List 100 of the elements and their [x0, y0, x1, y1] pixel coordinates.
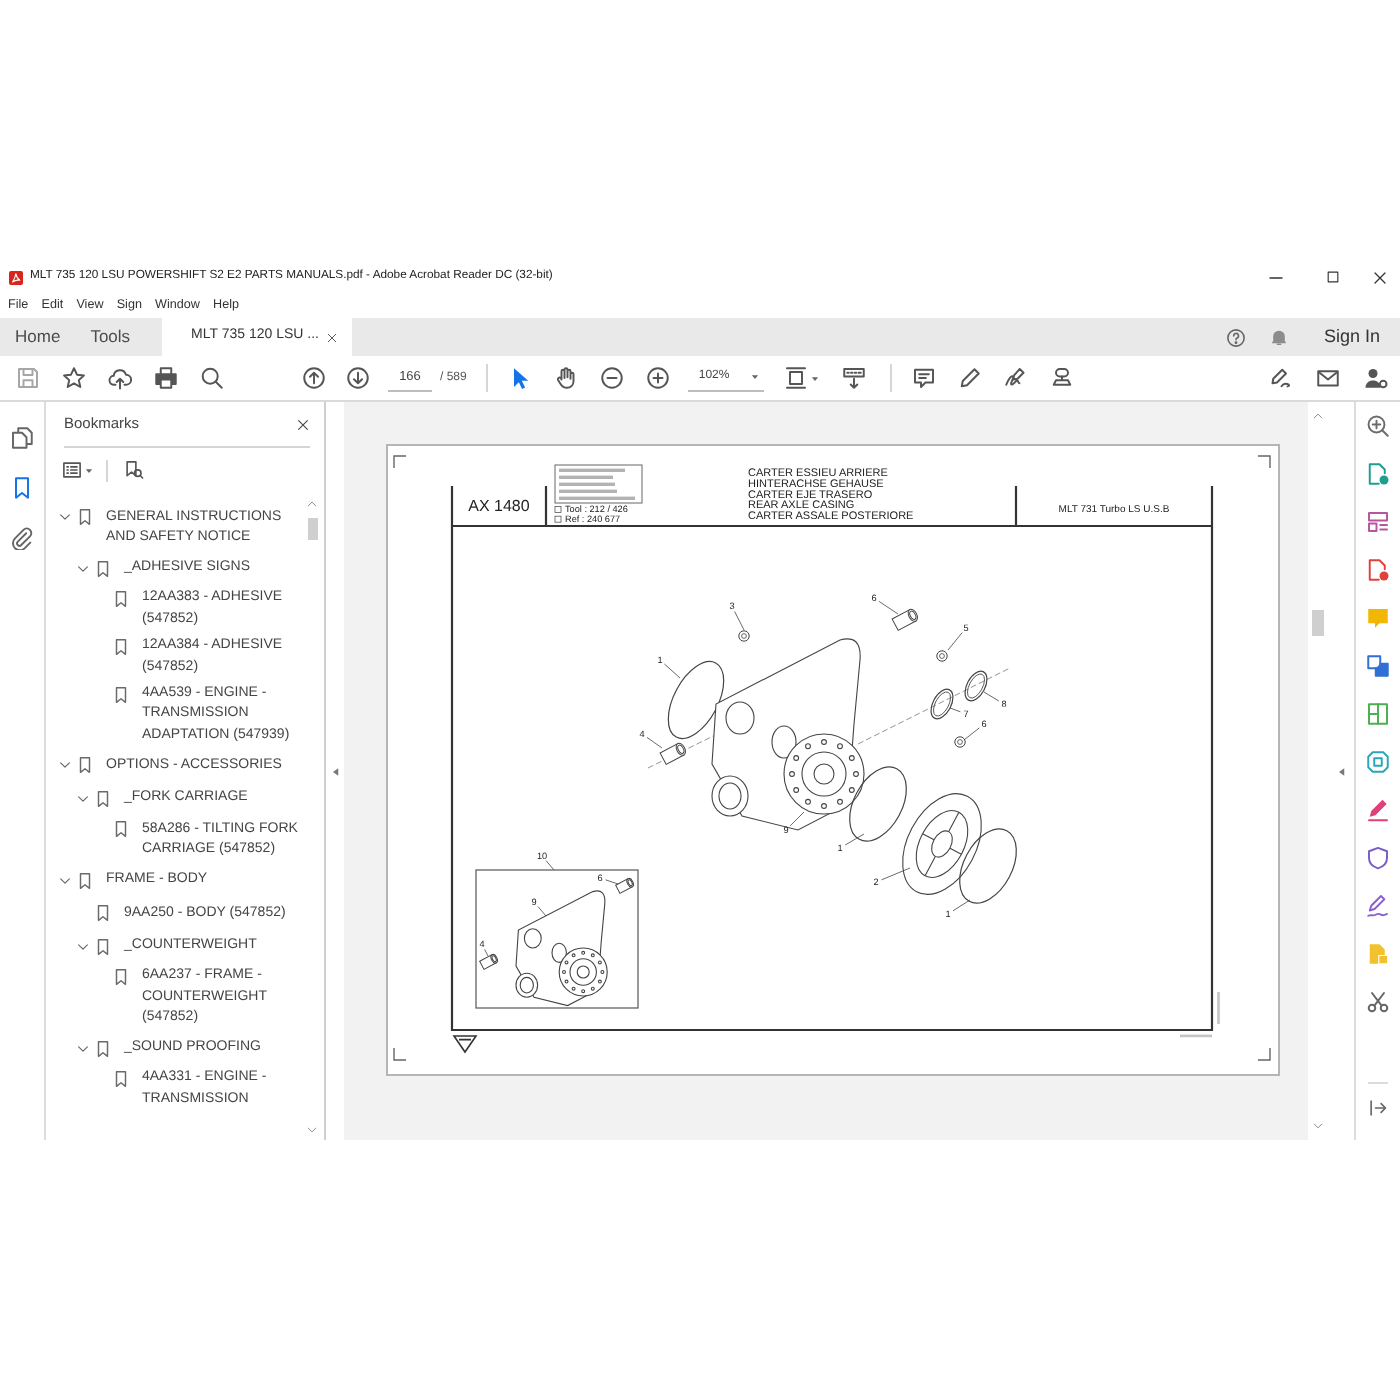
caret-icon: [750, 372, 761, 382]
hand-icon[interactable]: [553, 366, 578, 390]
casing-cover: [902, 793, 982, 895]
collapse-arrow-icon[interactable]: [329, 765, 341, 777]
blurred-text-drawing: [1180, 992, 1220, 1038]
octagon-icon[interactable]: [1366, 750, 1390, 774]
chevron-down-icon[interactable]: [75, 940, 89, 955]
fit-page-icon[interactable]: [784, 366, 809, 390]
scroll-up-icon[interactable]: [306, 498, 318, 510]
layout-icon[interactable]: [1366, 510, 1390, 534]
chevron-down-icon[interactable]: [57, 510, 71, 525]
chevron-down-icon[interactable]: [57, 873, 71, 888]
retaining-ring: [964, 670, 988, 702]
close-icon[interactable]: [296, 417, 310, 431]
bushing: [659, 742, 686, 765]
scroll-up-icon[interactable]: [1312, 410, 1324, 422]
tab[interactable]: Tools: [75, 318, 146, 356]
scroll-down-icon[interactable]: [1312, 1120, 1324, 1132]
corner-mark: [1257, 455, 1271, 469]
leader-line: [878, 601, 899, 615]
cloud-upload-icon[interactable]: [107, 366, 131, 390]
pdf-file-icon: [8, 269, 24, 285]
bushing: [479, 954, 498, 970]
scrollbar-thumb[interactable]: [1312, 610, 1324, 636]
scroll-down-icon[interactable]: [306, 1124, 318, 1136]
document-badge-icon[interactable]: [1366, 462, 1390, 486]
o-ring: [849, 766, 907, 842]
blurred-text-drawing: [559, 468, 635, 500]
chevron-down-icon[interactable]: [75, 1041, 89, 1056]
plug: [936, 650, 948, 662]
leader-line: [949, 707, 961, 713]
find-bookmark-icon[interactable]: [124, 460, 144, 480]
signature-icon[interactable]: [1366, 894, 1390, 918]
overlapping-squares-icon[interactable]: [1366, 654, 1390, 678]
leader-line: [605, 879, 619, 885]
part-code: AX 1480: [468, 497, 530, 515]
leader-line: [881, 867, 911, 881]
o-ring: [959, 828, 1017, 904]
caret-icon[interactable]: [84, 465, 94, 475]
expand-arrow-icon[interactable]: [1368, 1097, 1388, 1117]
person-icon[interactable]: [1364, 366, 1388, 390]
leader-line: [983, 691, 1000, 702]
maximize-icon[interactable]: [1325, 270, 1339, 284]
table-icon[interactable]: [1366, 702, 1390, 726]
leader-line: [646, 737, 663, 749]
corner-mark: [393, 455, 407, 469]
tab[interactable]: Home: [0, 318, 76, 356]
help-icon[interactable]: [1226, 327, 1247, 347]
print-icon[interactable]: [153, 366, 177, 390]
envelope-icon[interactable]: [1316, 366, 1340, 390]
zoom-in-icon[interactable]: [645, 366, 670, 390]
leader-line: [664, 663, 681, 679]
close-icon[interactable]: [1372, 269, 1388, 285]
scrollbar-thumb[interactable]: [307, 518, 317, 540]
corner-mark: [1257, 1047, 1271, 1061]
arrow-outline-icon: [453, 1035, 478, 1053]
scissors-icon[interactable]: [1366, 990, 1390, 1014]
chevron-down-icon[interactable]: [75, 561, 89, 576]
retaining-ring: [930, 688, 954, 720]
bell-icon[interactable]: [1269, 328, 1288, 346]
arrow-up-circle-icon[interactable]: [302, 366, 326, 390]
pen-icon[interactable]: [957, 366, 982, 390]
zoom-in-icon[interactable]: [1366, 414, 1390, 438]
leader-line: [484, 949, 489, 957]
close-icon[interactable]: [325, 331, 338, 343]
chevron-down-icon[interactable]: [75, 792, 89, 807]
star-icon[interactable]: [61, 366, 85, 390]
search-icon[interactable]: [199, 366, 223, 390]
scroll-mode-icon[interactable]: [842, 366, 867, 390]
leader-line: [537, 906, 547, 917]
plug: [954, 736, 966, 748]
chevron-down-icon[interactable]: [57, 758, 71, 773]
sign-in-button[interactable]: Sign In: [1323, 328, 1380, 346]
pen-icon[interactable]: [1366, 798, 1390, 822]
list-options-icon[interactable]: [62, 460, 82, 480]
pages-icon[interactable]: [10, 426, 34, 450]
bookmark-icon: [112, 685, 130, 704]
caret-icon[interactable]: [810, 373, 821, 383]
info-box: [554, 464, 643, 504]
bushing: [615, 878, 634, 894]
leader-line: [545, 860, 555, 871]
plug: [738, 630, 750, 642]
shield-icon[interactable]: [1366, 846, 1390, 870]
bookmark-icon: [76, 508, 94, 527]
leader-line: [789, 811, 805, 827]
arrow-down-circle-icon[interactable]: [346, 366, 370, 390]
collapse-arrow-icon[interactable]: [1335, 765, 1347, 777]
axle-casing: [515, 890, 608, 1007]
bookmark-icon[interactable]: [10, 476, 34, 500]
zoom-out-icon[interactable]: [599, 366, 624, 390]
signature-icon[interactable]: [1003, 366, 1028, 390]
o-ring: [667, 660, 725, 740]
paperclip-icon[interactable]: [10, 526, 34, 550]
bookmark-icon: [112, 637, 130, 656]
leader-line: [952, 899, 971, 912]
leader-line: [947, 632, 963, 651]
comment-icon[interactable]: [911, 366, 936, 390]
fill-sign-icon[interactable]: [1268, 366, 1292, 390]
stamp-icon[interactable]: [1049, 366, 1074, 390]
document-badge-icon[interactable]: [1366, 558, 1390, 582]
